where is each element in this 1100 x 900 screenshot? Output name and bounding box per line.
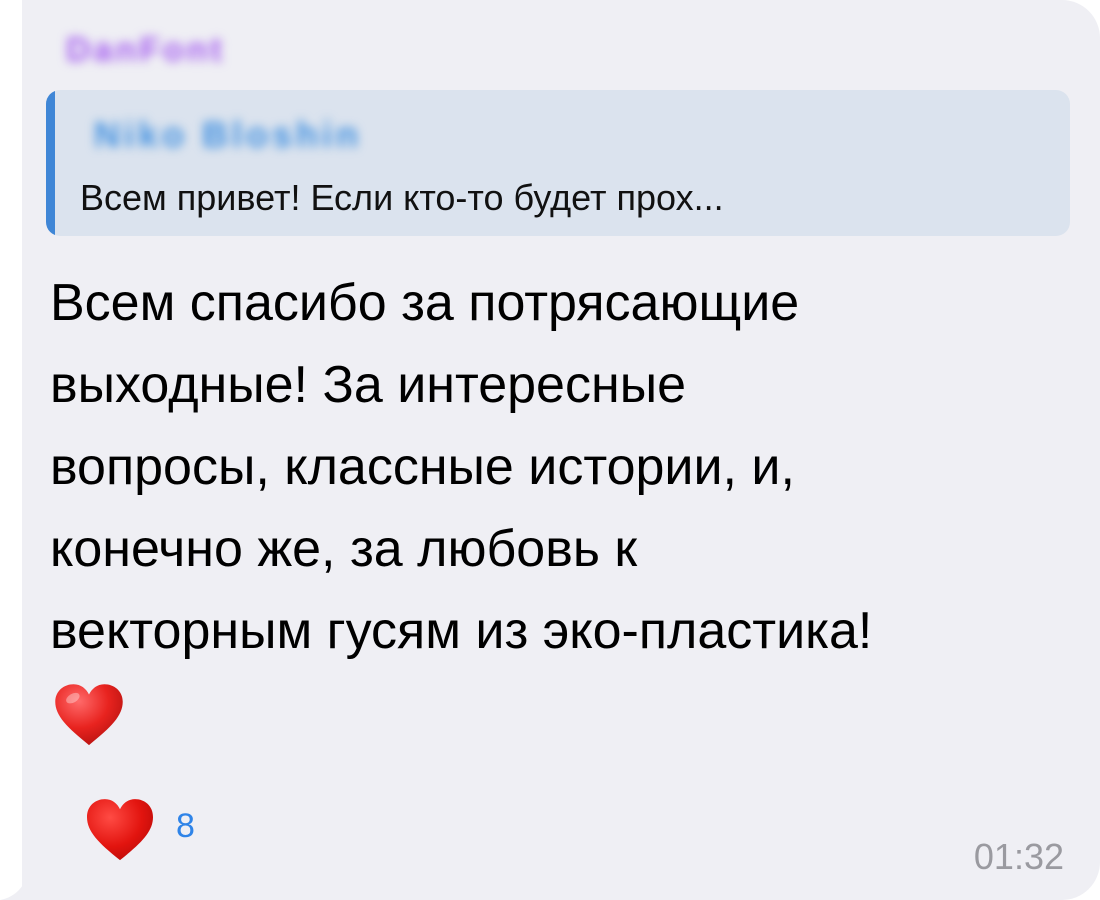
- reply-quote[interactable]: Niko Bloshin Всем привет! Если кто-то бу…: [46, 90, 1070, 236]
- reaction-count: 8: [176, 806, 195, 845]
- reply-author: Niko Bloshin: [94, 114, 363, 155]
- heart-emoji: [55, 684, 123, 746]
- message-text: Всем спасибо за потрясающие выходные! За…: [50, 274, 873, 660]
- reply-text: Всем привет! Если кто-то будет прох...: [80, 177, 724, 218]
- reaction-heart-button[interactable]: 8: [84, 795, 195, 865]
- reply-accent-bar: [46, 90, 55, 236]
- message-timestamp: 01:32: [973, 836, 1064, 877]
- heart-icon: [87, 799, 153, 861]
- sender-name[interactable]: DanFont: [66, 26, 225, 74]
